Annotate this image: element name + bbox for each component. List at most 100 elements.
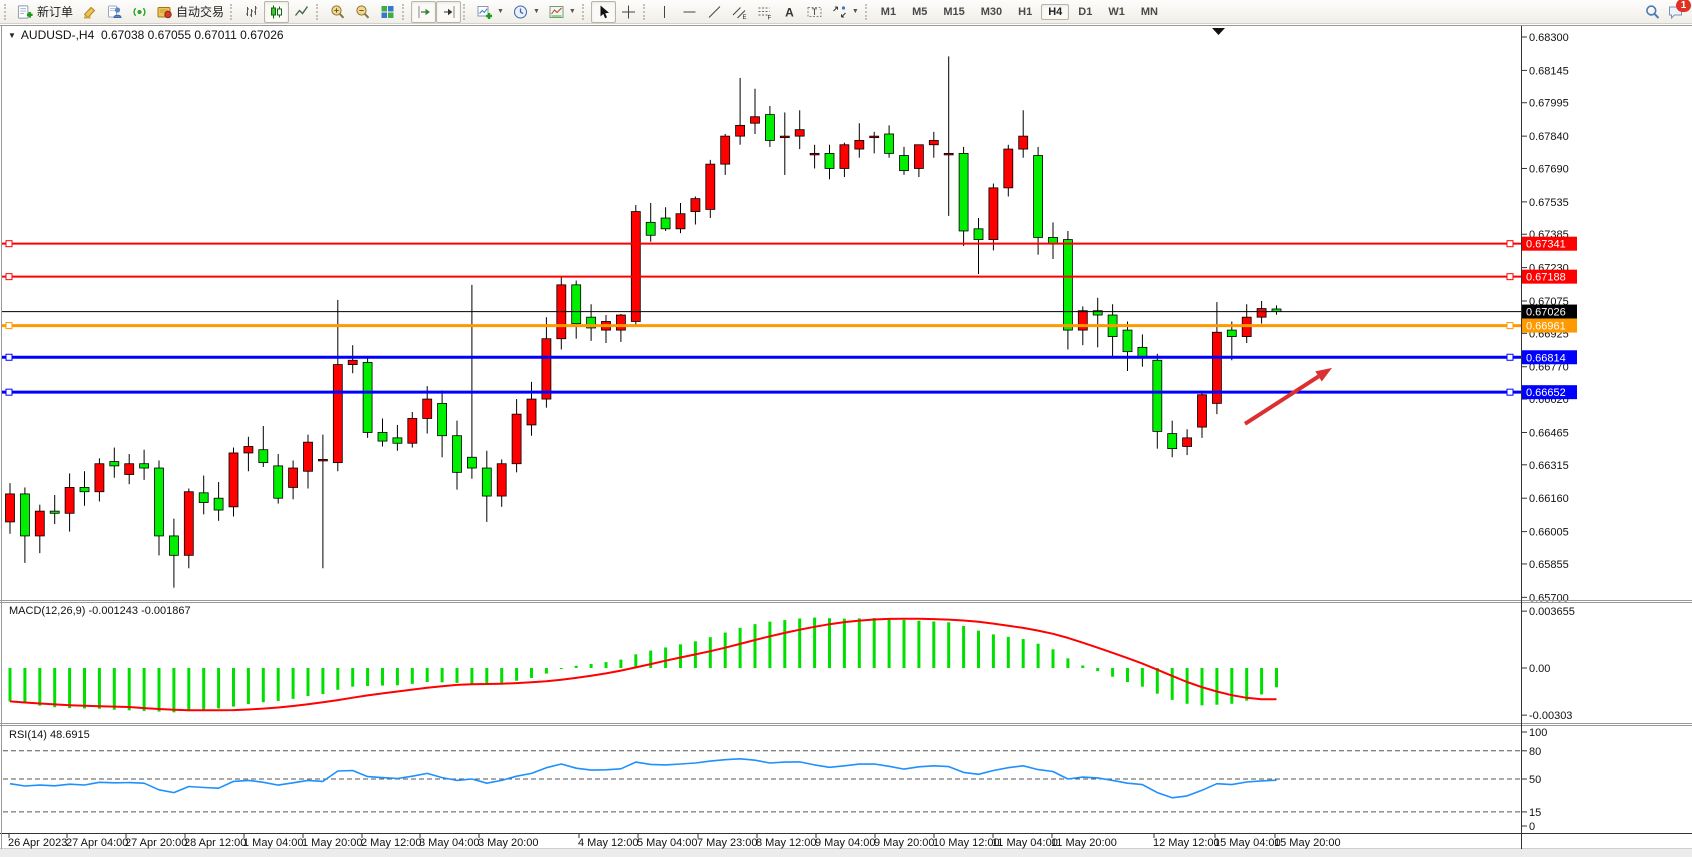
candle[interactable] — [914, 145, 923, 169]
seal-button[interactable] — [77, 1, 102, 23]
candle[interactable] — [810, 153, 819, 155]
chart-shift-button[interactable] — [411, 1, 436, 23]
candle[interactable] — [244, 446, 253, 452]
candle[interactable] — [1123, 330, 1132, 352]
line-chart-button[interactable] — [289, 1, 314, 23]
line-handle[interactable] — [6, 241, 12, 247]
candle[interactable] — [259, 450, 268, 463]
tile-windows-button[interactable] — [375, 1, 400, 23]
candle[interactable] — [95, 464, 104, 492]
candle[interactable] — [140, 464, 149, 468]
candle[interactable] — [318, 459, 327, 461]
autotrade-button[interactable]: 自动交易 — [152, 1, 228, 23]
candle[interactable] — [900, 156, 909, 171]
candle[interactable] — [646, 222, 655, 235]
candle[interactable] — [780, 136, 789, 138]
candle[interactable] — [855, 140, 864, 149]
line-handle[interactable] — [1507, 389, 1513, 395]
vertical-line-button[interactable] — [652, 1, 677, 23]
candle[interactable] — [989, 188, 998, 240]
candle[interactable] — [1257, 309, 1266, 318]
chart-menu-triangle-icon[interactable]: ▼ — [8, 31, 16, 40]
candle[interactable] — [795, 130, 804, 136]
auto-scroll-button[interactable] — [436, 1, 461, 23]
candle[interactable] — [229, 453, 238, 507]
timeframe-button-w1[interactable]: W1 — [1101, 4, 1132, 20]
candle[interactable] — [497, 464, 506, 496]
candle[interactable] — [378, 432, 387, 441]
candle[interactable] — [169, 536, 178, 555]
candle[interactable] — [214, 498, 223, 510]
candle[interactable] — [393, 438, 402, 443]
candle[interactable] — [1227, 330, 1236, 336]
candle[interactable] — [751, 117, 760, 123]
candle[interactable] — [631, 212, 640, 322]
candle[interactable] — [1168, 434, 1177, 449]
candle[interactable] — [661, 218, 670, 229]
candle[interactable] — [1078, 311, 1087, 330]
search-icon[interactable] — [1644, 4, 1661, 20]
candle[interactable] — [1153, 360, 1162, 431]
candle[interactable] — [885, 134, 894, 153]
line-handle[interactable] — [6, 389, 12, 395]
horizontal-line-button[interactable] — [677, 1, 702, 23]
candle[interactable] — [616, 315, 625, 330]
candle[interactable] — [467, 457, 476, 468]
timeframe-button-m5[interactable]: M5 — [905, 4, 934, 20]
crosshair-button[interactable] — [616, 1, 641, 23]
candle[interactable] — [1183, 438, 1192, 447]
candle[interactable] — [691, 199, 700, 212]
candle[interactable] — [348, 360, 357, 364]
candle[interactable] — [50, 511, 59, 513]
candle[interactable] — [706, 164, 715, 209]
candle[interactable] — [274, 466, 283, 498]
candle[interactable] — [184, 492, 193, 556]
publish-button[interactable] — [102, 1, 127, 23]
candle[interactable] — [20, 494, 29, 536]
candle[interactable] — [125, 464, 134, 475]
candle[interactable] — [423, 399, 432, 418]
candle[interactable] — [721, 136, 730, 164]
candle[interactable] — [6, 494, 15, 522]
line-handle[interactable] — [1507, 241, 1513, 247]
candle[interactable] — [438, 403, 447, 435]
timeframe-button-mn[interactable]: MN — [1134, 4, 1165, 20]
line-handle[interactable] — [6, 354, 12, 360]
candle[interactable] — [974, 229, 983, 240]
signal-button[interactable] — [127, 1, 152, 23]
candle[interactable] — [65, 487, 74, 513]
timeframe-button-m30[interactable]: M30 — [974, 4, 1009, 20]
candle[interactable] — [736, 125, 745, 136]
timeframe-button-d1[interactable]: D1 — [1071, 4, 1099, 20]
candle[interactable] — [572, 285, 581, 324]
chat-button[interactable]: 1 — [1667, 4, 1684, 20]
line-handle[interactable] — [1507, 354, 1513, 360]
candle[interactable] — [929, 140, 938, 144]
candle[interactable] — [304, 442, 313, 471]
zoom-out-button[interactable] — [350, 1, 375, 23]
chart-window[interactable]: 0.0036550.00-0.0030310080501500.683000.6… — [0, 24, 1692, 857]
candle[interactable] — [959, 153, 968, 231]
candle[interactable] — [289, 468, 298, 487]
timeframe-button-m1[interactable]: M1 — [874, 4, 903, 20]
channel-button[interactable]: E — [727, 1, 752, 23]
candle[interactable] — [1198, 395, 1207, 427]
cursor-button[interactable] — [591, 1, 616, 23]
zoom-in-button[interactable] — [325, 1, 350, 23]
candle[interactable] — [870, 136, 879, 138]
candle[interactable] — [1004, 149, 1013, 188]
candle[interactable] — [155, 468, 164, 536]
indicators-button[interactable]: ▼ — [544, 1, 580, 23]
candle[interactable] — [408, 418, 417, 443]
text-label-button[interactable]: T — [802, 1, 827, 23]
new-chart-button[interactable]: ▼ — [472, 1, 508, 23]
candle[interactable] — [512, 414, 521, 464]
timeframe-button-m15[interactable]: M15 — [936, 4, 971, 20]
line-handle[interactable] — [6, 274, 12, 280]
candle[interactable] — [35, 511, 44, 536]
candle[interactable] — [944, 153, 953, 155]
candle[interactable] — [453, 436, 462, 473]
text-button[interactable]: A — [777, 1, 802, 23]
candle[interactable] — [363, 362, 372, 432]
candle[interactable] — [1063, 240, 1072, 331]
